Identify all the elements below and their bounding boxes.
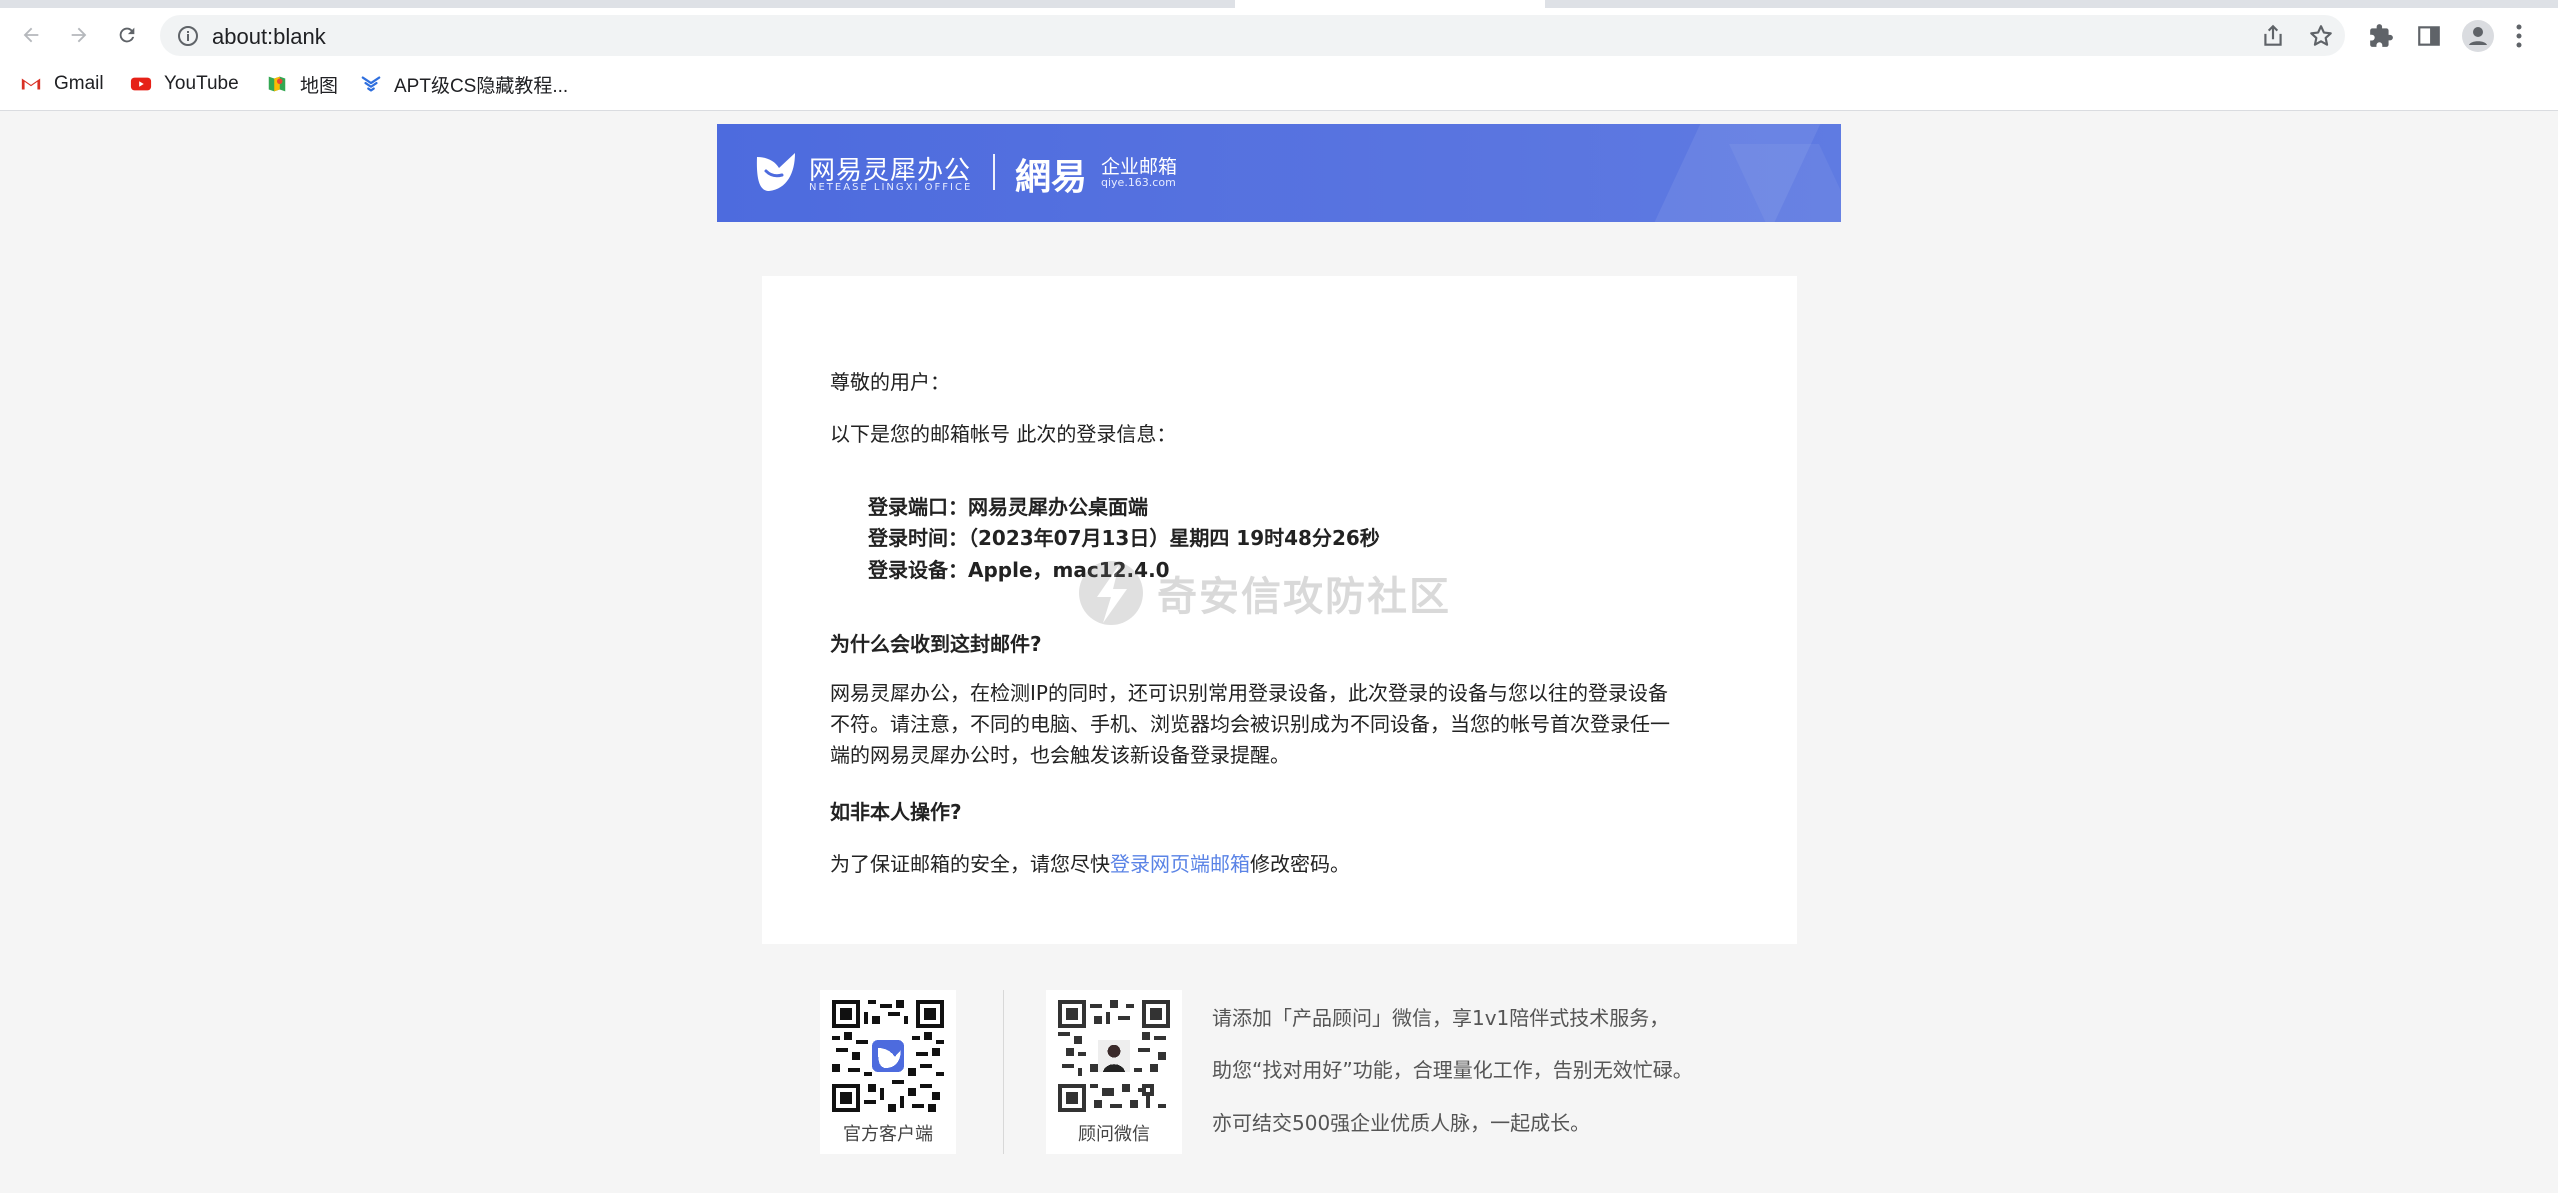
back-button[interactable] [14, 18, 48, 52]
person-icon [2469, 27, 2487, 45]
greeting: 尊敬的用户： [830, 370, 950, 394]
qiye-url: qiye.163.com [1101, 176, 1176, 189]
qr-caption: 顾问微信 [1078, 1124, 1150, 1145]
address-bar[interactable]: about:blank [160, 15, 2345, 56]
url-text[interactable]: about:blank [212, 24, 326, 50]
extensions-icon[interactable] [2368, 23, 2394, 49]
bookmark-apt[interactable]: APT级CS隐藏教程... [360, 70, 568, 98]
intro-text: 以下是您的邮箱帐号 此次的登录信息： [830, 422, 1177, 446]
banner-divider [993, 154, 995, 190]
footer-line: 亦可结交500强企业优质人脉，一起成长。 [1212, 1111, 1591, 1135]
login-port: 登录端口：网易灵犀办公桌面端 [868, 495, 1148, 519]
arrow-left-icon [23, 27, 39, 43]
bookmark-maps[interactable]: 地图 [266, 70, 338, 98]
email-footer: 官方客户端 顾问微信 请添加「产品顾问」微信，享1v1陪伴式技术服务， 助您“找… [820, 990, 1760, 1160]
profile-avatar[interactable] [2462, 20, 2494, 52]
reload-icon [119, 27, 135, 43]
menu-button[interactable] [2514, 22, 2524, 50]
qr-caption: 官方客户端 [843, 1124, 933, 1145]
why-line: 网易灵犀办公，在检测IP的同时，还可识别常用登录设备，此次登录的设备与您以往的登… [830, 681, 1668, 705]
bookmark-label: APT级CS隐藏教程... [394, 75, 569, 97]
footer-divider [1003, 990, 1004, 1154]
not-me-prefix: 为了保证邮箱的安全，请您尽快 [830, 852, 1110, 876]
brand-subtitle: NETEASE LINGXI OFFICE [809, 182, 973, 193]
not-me-heading: 如非本人操作? [830, 800, 962, 824]
browser-toolbar: about:blank [0, 8, 2558, 62]
bookmarks-bar: Gmail YouTube 地图 APT级CS隐藏教程... [0, 62, 2558, 106]
bookmark-label: YouTube [164, 73, 239, 94]
youtube-icon [130, 77, 152, 91]
browser-chrome: about:blank Gmail YouTube 地图 APT级CS隐藏教程.… [0, 0, 2558, 111]
not-me-suffix: 修改密码。 [1250, 852, 1350, 876]
why-heading: 为什么会收到这封邮件? [830, 632, 1042, 656]
email-content-card: 尊敬的用户： 以下是您的邮箱帐号 此次的登录信息： 登录端口：网易灵犀办公桌面端… [762, 276, 1797, 944]
footer-line: 助您“找对用好”功能，合理量化工作，告别无效忙碌。 [1212, 1058, 1693, 1082]
more-vert-icon [2516, 24, 2522, 48]
qr-code-icon [1058, 1000, 1170, 1112]
bookmark-label: Gmail [54, 73, 104, 94]
email-banner: 网易灵犀办公 NETEASE LINGXI OFFICE 網易 企业邮箱 qiy… [717, 124, 1841, 222]
arrow-right-icon [71, 27, 87, 43]
maps-icon [268, 76, 286, 92]
share-icon[interactable] [2260, 23, 2286, 49]
bookmark-label: 地图 [300, 75, 339, 97]
qr-advisor-wechat: 顾问微信 [1046, 990, 1182, 1154]
login-device: 登录设备：Apple，mac12.4.0 [868, 558, 1170, 582]
active-tab[interactable] [1235, 0, 1545, 8]
qr-official-client: 官方客户端 [820, 990, 956, 1154]
lingxi-logo-icon [756, 153, 795, 191]
forward-button[interactable] [62, 18, 96, 52]
footer-line: 请添加「产品顾问」微信，享1v1陪伴式技术服务， [1212, 1006, 1670, 1030]
netease-logo: 網易 [1015, 156, 1088, 198]
tab-strip [0, 0, 2558, 8]
bookmark-youtube[interactable]: YouTube [130, 70, 239, 98]
why-paragraph: 网易灵犀办公，在检测IP的同时，还可识别常用登录设备，此次登录的设备与您以往的登… [830, 678, 1720, 771]
bookmark-site-icon [361, 76, 381, 92]
why-line: 端的网易灵犀办公时，也会触发该新设备登录提醒。 [830, 743, 1290, 767]
login-time: 登录时间：（2023年07月13日）星期四 19时48分26秒 [868, 526, 1380, 550]
reload-button[interactable] [110, 18, 144, 52]
bookmark-gmail[interactable]: Gmail [20, 70, 104, 98]
info-icon[interactable] [176, 24, 200, 48]
qiye-label: 企业邮箱 [1101, 156, 1178, 178]
webmail-login-link[interactable]: 登录网页端邮箱 [1110, 852, 1250, 876]
gmail-icon [21, 78, 41, 90]
side-panel-icon[interactable] [2416, 23, 2442, 49]
star-icon[interactable] [2308, 23, 2334, 49]
not-me-text: 为了保证邮箱的安全，请您尽快登录网页端邮箱修改密码。 [830, 848, 1350, 877]
why-line: 不符。请注意，不同的电脑、手机、浏览器均会被识别成为不同设备，当您的帐号首次登录… [830, 712, 1670, 736]
qr-code-icon [832, 1000, 944, 1112]
